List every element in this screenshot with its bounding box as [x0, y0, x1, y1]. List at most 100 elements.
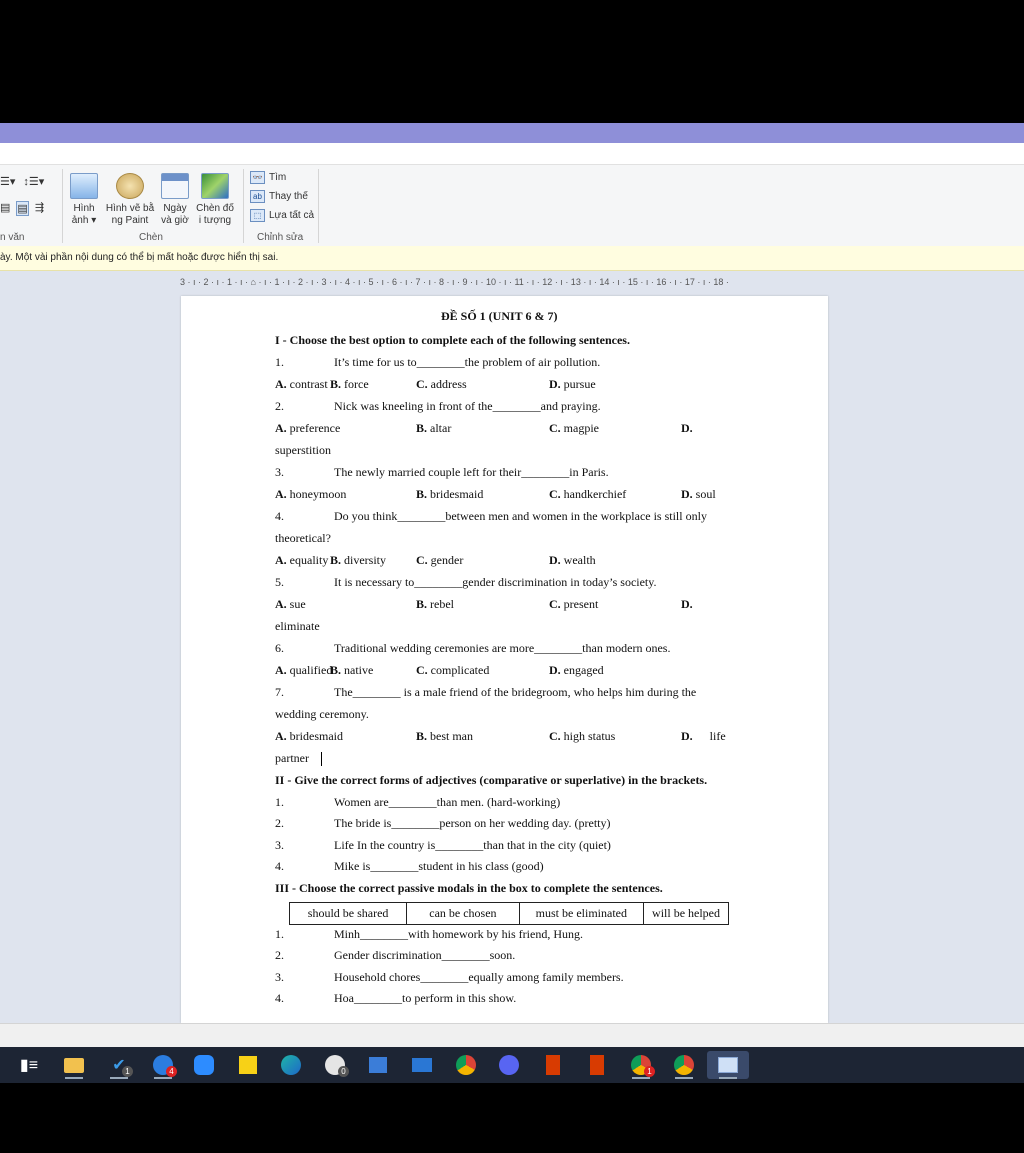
- item-text: Mike is________student in his class (goo…: [334, 859, 544, 873]
- option-d: pursue: [563, 377, 596, 391]
- line-spacing-icon[interactable]: ↕☰▾: [23, 175, 44, 188]
- edge-icon[interactable]: [276, 1051, 306, 1079]
- vscode-icon[interactable]: ✔ 1: [104, 1051, 134, 1079]
- question-4-continued: theoretical?: [275, 531, 331, 545]
- mail-icon[interactable]: [407, 1051, 437, 1079]
- binoculars-icon: 👓: [250, 171, 265, 184]
- justify-icon[interactable]: ▤: [0, 201, 10, 216]
- horizontal-ruler[interactable]: 3 · ı · 2 · ı · 1 · ı · ⌂ · ı · 1 · ı · …: [180, 275, 828, 289]
- question-text: The________ is a male friend of the brid…: [334, 685, 697, 699]
- word-box-cell: will be helped: [643, 902, 729, 925]
- document-workspace[interactable]: 3 · ı · 2 · ı · 1 · ı · ⌂ · ı · 1 · ı · …: [0, 271, 1024, 1023]
- option-d: wealth: [563, 553, 596, 567]
- item-text: Gender discrimination________soon.: [334, 948, 516, 962]
- date-label-1: Ngày: [163, 203, 187, 214]
- replace-button[interactable]: ab Thay thế: [250, 190, 308, 203]
- date-time-button[interactable]: Ngày và giờ: [158, 173, 192, 227]
- text-cursor: [320, 752, 322, 767]
- select-all-label: Lựa tất cả: [269, 210, 315, 221]
- sticky-notes-icon[interactable]: [233, 1051, 263, 1079]
- question-text: It is necessary to________gender discrim…: [334, 575, 657, 589]
- status-bar: [0, 1023, 1024, 1048]
- option-c: magpie: [563, 421, 599, 435]
- notification-badge: 1: [122, 1066, 133, 1077]
- page-title: ĐỀ SỐ 1 (UNIT 6 & 7): [441, 309, 558, 323]
- office-icon-2[interactable]: [582, 1051, 612, 1079]
- option-c: address: [430, 377, 467, 391]
- insert-object-button[interactable]: Chèn đố i tượng: [194, 173, 236, 227]
- wordpad-icon[interactable]: [707, 1051, 749, 1079]
- question-text: Do you think________between men and wome…: [334, 509, 707, 523]
- section-1-heading: I - Choose the best option to complete e…: [275, 333, 630, 347]
- notification-badge: 4: [166, 1066, 177, 1077]
- align-box-icon[interactable]: ▤: [16, 201, 29, 216]
- option-d-continued: partner: [275, 751, 322, 767]
- option-a: preference: [289, 421, 341, 435]
- question-text: The newly married couple left for their_…: [334, 465, 609, 479]
- option-a: contrast: [289, 377, 328, 391]
- select-all-button[interactable]: ⬚ Lựa tất cả: [250, 209, 314, 222]
- office-icon[interactable]: [538, 1051, 568, 1079]
- taskbar: ▮≡ ✔ 1 4 0 1: [0, 1047, 1024, 1083]
- option-b: rebel: [430, 597, 454, 611]
- section-2-heading: II - Give the correct forms of adjective…: [275, 773, 708, 787]
- question-number: 5.: [275, 575, 284, 589]
- clock-app-icon[interactable]: 0: [320, 1051, 350, 1079]
- option-b: native: [344, 663, 374, 677]
- question-text: Traditional wedding ceremonies are more_…: [334, 641, 671, 655]
- chrome-profile-icon[interactable]: 1: [626, 1051, 656, 1079]
- option-c: gender: [430, 553, 464, 567]
- option-b: best man: [430, 729, 474, 743]
- chrome-icon[interactable]: [451, 1051, 481, 1079]
- question-text: It’s time for us to________the problem o…: [334, 355, 601, 369]
- chrome-profile-icon-2[interactable]: [669, 1051, 699, 1079]
- calendar-icon: [161, 173, 189, 199]
- file-explorer-icon[interactable]: [59, 1051, 89, 1079]
- object-label-1: Chèn đố: [196, 203, 234, 214]
- question-number: 6.: [275, 641, 284, 655]
- option-d: life: [709, 729, 726, 743]
- option-b: diversity: [344, 553, 387, 567]
- compatibility-infobar: ày. Một vài phần nội dung có thể bị mất …: [0, 246, 1024, 271]
- option-b: bridesmaid: [430, 487, 484, 501]
- insert-group-label: Chèn: [139, 232, 163, 243]
- task-view-icon[interactable]: ▮≡: [14, 1051, 44, 1079]
- zoom-icon[interactable]: [189, 1051, 219, 1079]
- word-box-cell: can be chosen: [406, 902, 520, 925]
- list-icon[interactable]: ☰▾: [0, 175, 15, 188]
- find-button[interactable]: 👓 Tìm: [250, 171, 286, 184]
- date-label-2: và giờ: [161, 215, 189, 226]
- picture-icon: [70, 173, 98, 199]
- option-b: altar: [430, 421, 452, 435]
- paint-drawing-button[interactable]: Hình vẽ bằ ng Paint: [104, 173, 156, 227]
- option-a: qualified: [289, 663, 333, 677]
- notification-badge: 1: [644, 1066, 655, 1077]
- option-c: handkerchief: [563, 487, 627, 501]
- zalo-icon[interactable]: 4: [148, 1051, 178, 1079]
- edit-group-label: Chỉnh sửa: [257, 232, 304, 243]
- item-text: Women are________than men. (hard-working…: [334, 795, 561, 809]
- option-a: honeymoon: [289, 487, 347, 501]
- option-d: soul: [695, 487, 716, 501]
- word-box-cell: must be eliminated: [518, 902, 645, 925]
- discord-icon[interactable]: [494, 1051, 524, 1079]
- question-number: 1.: [275, 355, 284, 369]
- option-d: engaged: [563, 663, 604, 677]
- option-c: present: [563, 597, 599, 611]
- option-a: bridesmaid: [289, 729, 343, 743]
- item-text: Life In the country is________than that …: [334, 838, 611, 852]
- group-separator: [243, 169, 244, 243]
- picture-button[interactable]: Hình ảnh ▾: [68, 173, 100, 227]
- store-icon[interactable]: [363, 1051, 393, 1079]
- object-label-2: i tượng: [198, 215, 232, 226]
- option-a: equality: [289, 553, 329, 567]
- window-title-bar: [0, 123, 1024, 143]
- paint-label-2: ng Paint: [111, 215, 149, 226]
- option-c: complicated: [430, 663, 490, 677]
- word-box-cell: should be shared: [288, 902, 408, 925]
- question-number: 3.: [275, 465, 284, 479]
- ribbon-tab-strip: [0, 143, 1024, 165]
- indent-icon[interactable]: ⇶: [35, 201, 44, 216]
- document-page[interactable]: ĐỀ SỐ 1 (UNIT 6 & 7) I - Choose the best…: [181, 296, 828, 1023]
- group-separator: [62, 169, 63, 243]
